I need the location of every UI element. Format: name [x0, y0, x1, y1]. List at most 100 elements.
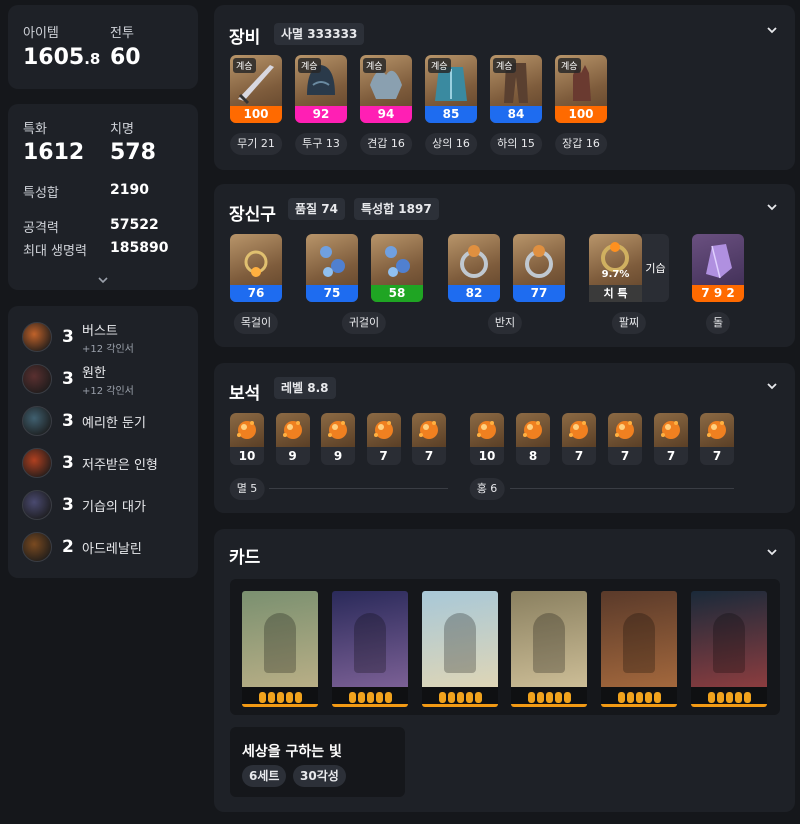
gem-icon	[321, 413, 355, 447]
engraving-level: 3	[62, 453, 74, 473]
stats-panel: 특화 1612 치명 578 특성합 2190 공격력 57522 최대 생명력…	[8, 104, 198, 290]
bracelet-percent: 9.7%	[601, 269, 630, 280]
card[interactable]	[691, 591, 767, 707]
engraving-row[interactable]: 3 예리한 둔기	[22, 404, 146, 438]
awaken-gem-icon	[617, 691, 625, 703]
necklace-icon	[230, 234, 282, 286]
card-portrait-icon	[533, 613, 565, 673]
ability-stone-slot[interactable]: 7 9 2	[692, 234, 744, 302]
card-portrait-icon	[713, 613, 745, 673]
gem-slot[interactable]: 10	[470, 413, 504, 465]
card[interactable]	[601, 591, 677, 707]
accessory-label-bracelet: 팔찌	[611, 312, 647, 334]
gem-slot[interactable]: 9	[321, 413, 355, 465]
equipment-slot[interactable]: 계승 85	[425, 55, 477, 123]
gem-slot[interactable]: 7	[366, 413, 401, 465]
gem-slot[interactable]: 10	[230, 413, 264, 465]
gem-icon	[654, 413, 688, 447]
gem-slot[interactable]: 7	[700, 413, 734, 465]
engraving-name: 아드레날린	[82, 541, 142, 557]
engraving-name: 원한	[82, 365, 106, 381]
engraving-row[interactable]: 3 원한 +12 각인서	[22, 362, 134, 397]
max-hp-label: 최대 생명력	[23, 244, 87, 259]
quality-value: 58	[371, 285, 423, 302]
bracelet-slot[interactable]: 9.7% 치 특 기습	[589, 234, 669, 302]
engraving-book-count: +12 각인서	[82, 343, 134, 355]
engraving-row[interactable]: 3 저주받은 인형	[22, 446, 158, 480]
ring-icon	[448, 234, 500, 286]
equipment-honing-label: 무기 21	[230, 133, 282, 155]
awaken-gem-icon	[348, 691, 356, 703]
quality-value: 92	[295, 106, 347, 123]
engraving-level: 3	[62, 369, 74, 389]
gem-level: 8	[516, 447, 550, 465]
gem-icon	[412, 413, 446, 447]
gem-slot[interactable]: 7	[654, 413, 688, 465]
accessory-slot[interactable]: 76	[230, 234, 282, 302]
accessories-collapse-chevron-icon[interactable]	[765, 200, 779, 214]
gems-collapse-chevron-icon[interactable]	[765, 379, 779, 393]
gem-level-tag: 레벨 8.8	[274, 377, 336, 399]
quality-value: 75	[306, 285, 358, 302]
succession-badge: 계승	[363, 58, 386, 73]
gem-level: 7	[654, 447, 688, 465]
awaken-gem-icon	[725, 691, 733, 703]
card[interactable]	[332, 591, 408, 707]
engraving-row[interactable]: 3 기습의 대가	[22, 488, 146, 522]
combat-level-value: 60	[110, 45, 141, 70]
keen-blunt-icon	[22, 406, 52, 436]
equipment-slot[interactable]: 계승 100	[230, 55, 282, 123]
card-set-box: 세상을 구하는 빛 6세트 30각성	[230, 727, 405, 797]
awaken-gem-icon	[456, 691, 464, 703]
engraving-row[interactable]: 3 버스트 +12 각인서	[22, 320, 134, 355]
equipment-slot[interactable]: 계승 84	[490, 55, 542, 123]
expand-stats-chevron-icon[interactable]	[96, 270, 110, 284]
earring-icon	[306, 234, 358, 286]
ambush-icon	[22, 490, 52, 520]
equipment-collapse-chevron-icon[interactable]	[765, 23, 779, 37]
accessory-label-ring: 반지	[487, 312, 523, 334]
succession-badge: 계승	[558, 58, 581, 73]
gem-level: 7	[366, 447, 401, 465]
cursed-doll-icon	[22, 448, 52, 478]
awaken-gem-icon	[716, 691, 724, 703]
succession-badge: 계승	[298, 58, 321, 73]
engraving-level: 2	[62, 537, 74, 557]
gem-slot[interactable]: 7	[562, 413, 596, 465]
equipment-slot[interactable]: 계승 94	[360, 55, 412, 123]
accessory-slot[interactable]: 82	[448, 234, 500, 302]
accessory-label-stone: 돌	[705, 312, 731, 334]
quality-value: 77	[513, 285, 565, 302]
ability-stone-value: 7 9 2	[692, 285, 744, 302]
attack-value: 57522	[110, 217, 159, 233]
gem-slot[interactable]: 8	[516, 413, 550, 465]
card[interactable]	[511, 591, 587, 707]
spec-label: 특화	[23, 122, 47, 137]
engraving-row[interactable]: 2 아드레날린	[22, 530, 142, 564]
equipment-honing-label: 투구 13	[295, 133, 347, 155]
gem-slot[interactable]: 7	[608, 413, 642, 465]
grudge-icon	[22, 364, 52, 394]
gem-icon	[516, 413, 550, 447]
equipment-honing-label: 장갑 16	[555, 133, 607, 155]
card[interactable]	[422, 591, 498, 707]
gem-slot[interactable]: 9	[275, 413, 310, 465]
accessory-slot[interactable]: 77	[513, 234, 565, 302]
cards-panel: 카드 세상을 구하는 빛 6세트 30각성	[214, 529, 795, 812]
accessories-title: 장신구	[229, 205, 276, 225]
card[interactable]	[242, 591, 318, 707]
equipment-slot[interactable]: 계승 92	[295, 55, 347, 123]
card-set-count: 6세트	[242, 765, 287, 787]
awaken-gem-icon	[447, 691, 455, 703]
cards-collapse-chevron-icon[interactable]	[765, 545, 779, 559]
accessory-slot[interactable]: 58	[371, 234, 423, 302]
equipment-slot[interactable]: 계승 100	[555, 55, 607, 123]
bracelet-ambush-effect: 기습	[642, 234, 669, 302]
gem-slot[interactable]: 7	[412, 413, 446, 465]
accessory-slot[interactable]: 75	[306, 234, 358, 302]
engraving-name: 버스트	[82, 323, 118, 339]
earring-icon	[371, 234, 423, 286]
succession-badge: 계승	[493, 58, 516, 73]
gems-panel: 보석 레벨 8.8 10 9 9 7 7 멸 5 10 8 7 7 7 7 홍 6	[214, 363, 795, 513]
gem-level: 7	[562, 447, 596, 465]
